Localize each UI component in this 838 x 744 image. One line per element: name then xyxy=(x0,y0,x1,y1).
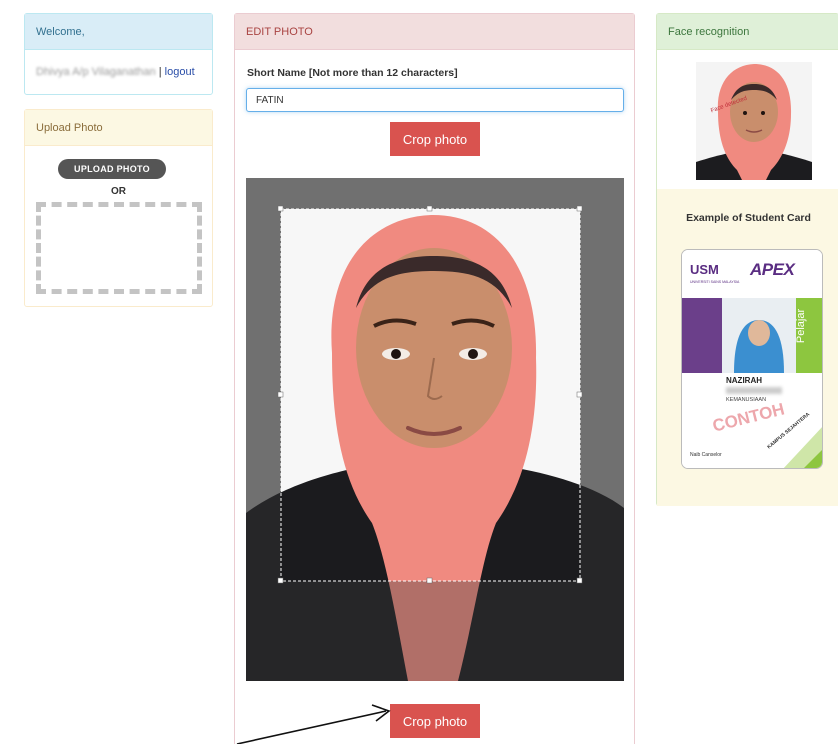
upload-heading: Upload Photo xyxy=(25,110,212,146)
crop-handle-ml xyxy=(277,391,284,398)
card-faculty: KEMANUSIAAN xyxy=(726,397,767,403)
face-thumb-svg xyxy=(696,62,812,180)
right-pupil xyxy=(468,349,478,359)
card-role-label: Pelajar xyxy=(795,308,808,344)
upload-panel: Upload Photo UPLOAD PHOTO OR xyxy=(24,109,213,307)
edit-heading: EDIT PHOTO xyxy=(235,14,634,50)
card-signatory: Naib Canselor xyxy=(690,452,722,458)
example-title: Example of Student Card xyxy=(686,212,811,224)
crop-photo-button-bottom[interactable]: Crop photo xyxy=(390,704,480,738)
crop-handle-tm xyxy=(426,205,433,212)
edit-photo-panel: EDIT PHOTO Short Name [Not more than 12 … xyxy=(234,13,635,744)
crop-handle-tr xyxy=(576,205,583,212)
welcome-panel: Welcome, Dhivya A/p Vilaganathan | logou… xyxy=(24,13,213,95)
user-separator: | xyxy=(155,66,165,78)
face-thumbnail: Face detected xyxy=(696,62,812,180)
user-name: Dhivya A/p Vilaganathan xyxy=(36,66,156,78)
crop-handle-tl xyxy=(277,205,284,212)
crop-handle-bl xyxy=(277,577,284,584)
logout-link[interactable]: logout xyxy=(165,66,195,78)
card-student-name: NAZIRAH xyxy=(726,376,762,385)
card-usm-logo: USM xyxy=(690,262,719,277)
crop-photo-button-top[interactable]: Crop photo xyxy=(390,122,480,156)
welcome-body: Dhivya A/p Vilaganathan | logout xyxy=(25,50,212,94)
photo-crop-editor[interactable] xyxy=(246,178,624,681)
left-pupil xyxy=(391,349,401,359)
crop-handle-mr xyxy=(576,391,583,398)
upload-photo-button[interactable]: UPLOAD PHOTO xyxy=(58,159,166,179)
card-purple-band xyxy=(682,298,722,373)
or-separator: OR xyxy=(111,186,126,197)
short-name-input[interactable] xyxy=(246,88,624,112)
card-usm-subtitle: UNIVERSITI SAINS MALAYSIA xyxy=(690,280,740,284)
card-apex-logo: APEX xyxy=(750,260,795,279)
crop-handle-br xyxy=(576,577,583,584)
student-card-example: USM UNIVERSITI SAINS MALAYSIA APEX Pelaj… xyxy=(681,249,823,469)
example-card-section: Example of Student Card USM UNIVERSITI S… xyxy=(657,189,838,506)
card-student-id-blurred xyxy=(726,387,782,394)
photo-dropzone[interactable] xyxy=(36,202,202,294)
welcome-heading: Welcome, xyxy=(25,14,212,50)
short-name-label: Short Name [Not more than 12 characters] xyxy=(247,67,458,79)
photo-canvas xyxy=(246,178,624,681)
face-heading: Face recognition xyxy=(657,14,838,50)
crop-handle-bm xyxy=(426,577,433,584)
face-recognition-panel: Face recognition Face detected Example o… xyxy=(656,13,838,506)
